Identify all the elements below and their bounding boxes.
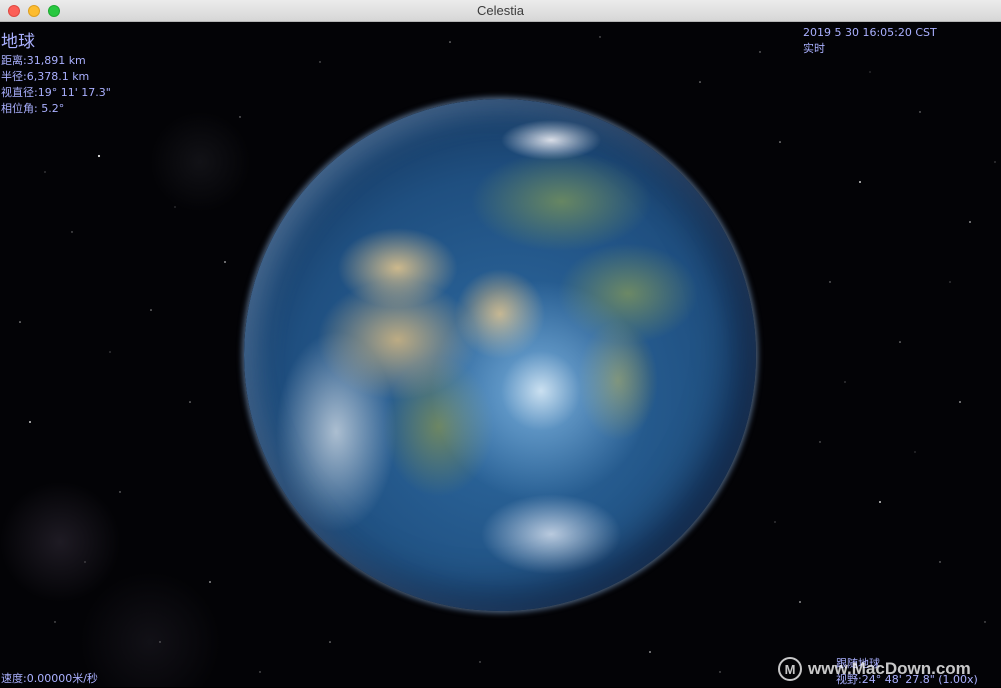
- window-title: Celestia: [477, 3, 524, 18]
- earth-globe[interactable]: [244, 99, 756, 611]
- object-name: 地球: [1, 32, 35, 52]
- time-info-panel: 2019 5 30 16:05:20 CST 实时: [803, 25, 937, 57]
- object-info-panel: 地球 距离:31,891 km 半径:6,378.1 km 视直径:19° 11…: [1, 31, 111, 117]
- watermark-text: www.MacDown.com: [808, 659, 971, 678]
- watermark: M www.MacDown.com: [778, 654, 971, 684]
- macdown-logo-icon: M: [778, 657, 802, 681]
- window-titlebar[interactable]: Celestia: [0, 0, 1001, 22]
- space-viewport[interactable]: [0, 22, 1001, 687]
- time-mode: 实时: [803, 42, 825, 55]
- object-apparent-diameter: 视直径:19° 11' 17.3": [1, 86, 111, 99]
- speed-readout: 速度:0.00000米/秒: [1, 672, 98, 685]
- object-radius: 半径:6,378.1 km: [1, 70, 90, 83]
- sim-datetime: 2019 5 30 16:05:20 CST: [803, 26, 937, 39]
- object-phase-angle: 相位角: 5.2°: [1, 102, 65, 115]
- object-distance: 距离:31,891 km: [1, 54, 86, 67]
